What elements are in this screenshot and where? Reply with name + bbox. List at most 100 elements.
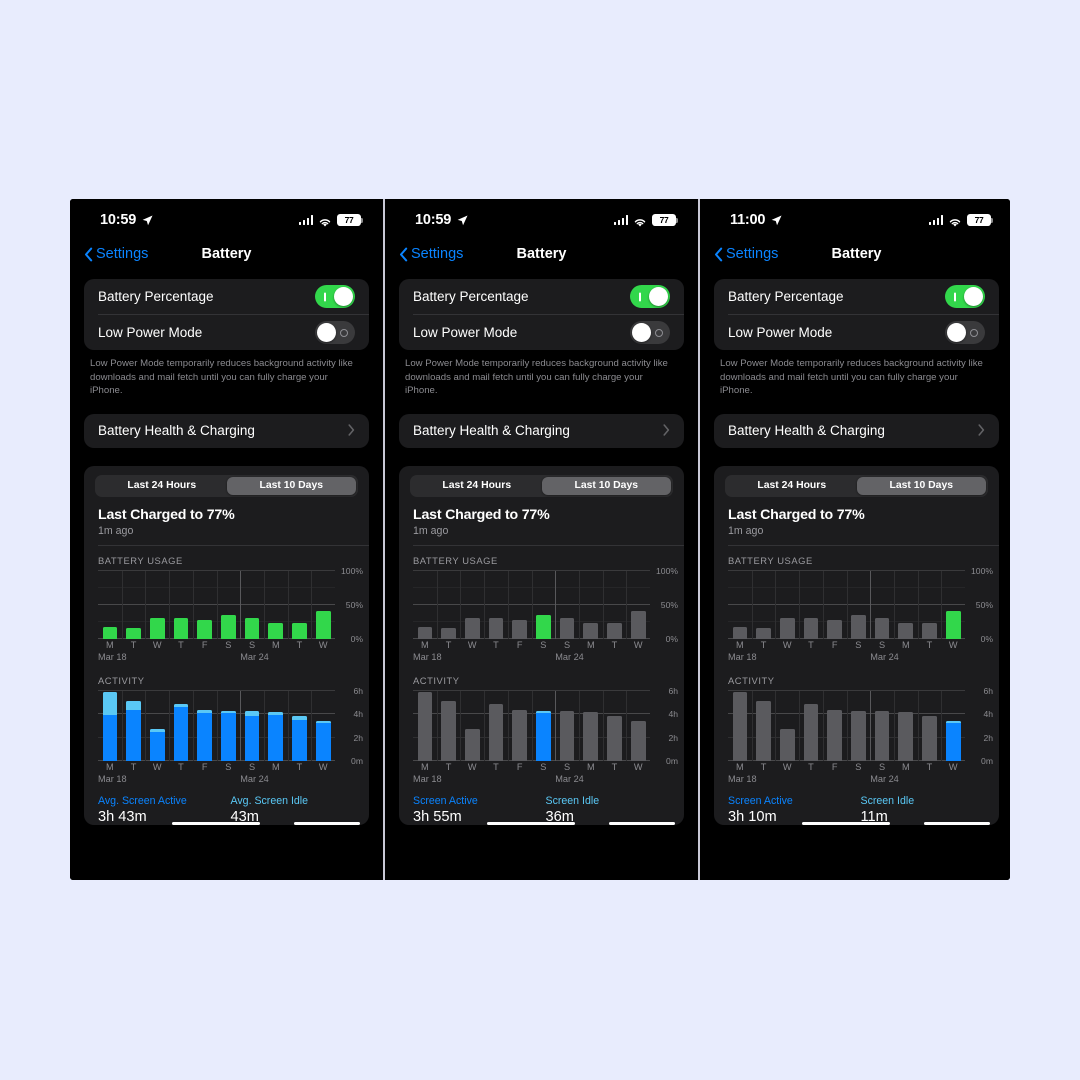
activity-idle-segment: [126, 700, 141, 710]
usage-bar[interactable]: [512, 620, 527, 639]
usage-bar[interactable]: [779, 618, 795, 639]
usage-bar[interactable]: [803, 618, 819, 639]
segment-last-10-days[interactable]: Last 10 Days: [226, 476, 356, 495]
usage-bar[interactable]: [536, 615, 551, 639]
usage-bar[interactable]: [173, 618, 189, 639]
activity-bar[interactable]: [851, 711, 866, 761]
usage-bar[interactable]: [827, 620, 842, 639]
activity-bar[interactable]: [126, 700, 141, 761]
usage-bar[interactable]: [851, 615, 866, 639]
screen-time-legend: Avg. Screen Active 3h 43m Avg. Screen Idle…: [84, 786, 369, 825]
row-battery-percentage[interactable]: Battery Percentage: [84, 279, 369, 314]
usage-bar[interactable]: [630, 610, 646, 639]
low-power-mode-toggle[interactable]: [315, 321, 355, 344]
x-tick-label: T: [808, 639, 814, 650]
bar-cell: [603, 571, 627, 639]
signal-bar: [621, 217, 624, 225]
back-button[interactable]: Settings: [714, 246, 778, 262]
activity-bar[interactable]: [898, 712, 914, 761]
activity-bar[interactable]: [945, 721, 961, 761]
low-power-mode-toggle[interactable]: [945, 321, 985, 344]
usage-bar[interactable]: [268, 623, 284, 639]
usage-bar[interactable]: [732, 627, 748, 639]
activity-bar[interactable]: [630, 721, 646, 761]
usage-bar[interactable]: [292, 622, 307, 639]
usage-bar[interactable]: [126, 627, 141, 639]
usage-bar[interactable]: [221, 615, 236, 639]
activity-bar[interactable]: [732, 692, 748, 761]
activity-bar[interactable]: [221, 711, 236, 761]
activity-bar[interactable]: [779, 728, 795, 761]
usage-bar[interactable]: [464, 618, 480, 639]
activity-bar[interactable]: [536, 711, 551, 761]
usage-bar[interactable]: [898, 623, 914, 639]
activity-idle-segment: [732, 692, 748, 716]
segment-last-24-hours[interactable]: Last 24 Hours: [97, 477, 227, 495]
activity-bar[interactable]: [874, 710, 890, 761]
usage-bar[interactable]: [607, 622, 622, 639]
battery-percentage-toggle[interactable]: [315, 285, 355, 308]
back-button[interactable]: Settings: [399, 246, 463, 262]
usage-bar[interactable]: [945, 610, 961, 639]
x-tick-label: W: [318, 761, 328, 772]
usage-bar[interactable]: [149, 618, 165, 639]
activity-bar[interactable]: [756, 700, 771, 761]
usage-bar[interactable]: [197, 620, 212, 639]
x-tick-label: M: [271, 761, 280, 772]
low-power-mode-toggle[interactable]: [630, 321, 670, 344]
segment-last-10-days[interactable]: Last 10 Days: [856, 476, 986, 495]
battery-percentage-label: Battery Percentage: [98, 289, 214, 304]
row-battery-percentage[interactable]: Battery Percentage: [399, 279, 684, 314]
row-battery-health[interactable]: Battery Health & Charging: [714, 414, 999, 448]
usage-bar[interactable]: [922, 622, 937, 639]
bar-cell: [532, 691, 556, 761]
usage-bar[interactable]: [583, 623, 599, 639]
activity-bar[interactable]: [315, 721, 331, 761]
battery-percentage-toggle[interactable]: [630, 285, 670, 308]
activity-bar[interactable]: [583, 712, 599, 761]
activity-bar[interactable]: [464, 728, 480, 761]
activity-bar[interactable]: [244, 710, 260, 761]
legend-active-label: Screen Active: [728, 794, 793, 807]
status-bar-left: 11:00: [730, 212, 782, 228]
row-low-power-mode[interactable]: Low Power Mode: [84, 315, 369, 350]
usage-bar[interactable]: [756, 627, 771, 639]
activity-bar[interactable]: [488, 704, 504, 761]
segment-last-24-hours[interactable]: Last 24 Hours: [412, 477, 542, 495]
activity-idle-segment: [441, 700, 456, 710]
activity-bar[interactable]: [292, 715, 307, 761]
row-battery-percentage[interactable]: Battery Percentage: [714, 279, 999, 314]
activity-bar[interactable]: [803, 704, 819, 761]
activity-bar[interactable]: [559, 710, 575, 761]
activity-bar[interactable]: [173, 704, 189, 761]
usage-bar[interactable]: [102, 627, 118, 639]
battery-health-label: Battery Health & Charging: [98, 423, 255, 439]
bar-cell: [847, 571, 871, 639]
activity-bar[interactable]: [922, 715, 937, 761]
battery-percentage-toggle[interactable]: [945, 285, 985, 308]
row-battery-health[interactable]: Battery Health & Charging: [84, 414, 369, 448]
segment-last-10-days[interactable]: Last 10 Days: [541, 476, 671, 495]
activity-bar[interactable]: [197, 709, 212, 761]
activity-bar[interactable]: [607, 715, 622, 761]
row-low-power-mode[interactable]: Low Power Mode: [714, 315, 999, 350]
usage-bar[interactable]: [244, 617, 260, 639]
activity-bar[interactable]: [827, 709, 842, 761]
back-button[interactable]: Settings: [84, 246, 148, 262]
activity-bar[interactable]: [512, 709, 527, 761]
usage-bar[interactable]: [417, 627, 433, 639]
usage-bar[interactable]: [315, 610, 331, 639]
activity-bar[interactable]: [102, 692, 118, 761]
row-battery-health[interactable]: Battery Health & Charging: [399, 414, 684, 448]
activity-bar[interactable]: [268, 712, 284, 761]
date-label-end: Mar 24: [555, 651, 584, 662]
activity-bar[interactable]: [149, 728, 165, 761]
activity-bar[interactable]: [441, 700, 456, 761]
row-low-power-mode[interactable]: Low Power Mode: [399, 315, 684, 350]
usage-bar[interactable]: [488, 618, 504, 639]
activity-bar[interactable]: [417, 692, 433, 761]
usage-bar[interactable]: [874, 617, 890, 639]
segment-last-24-hours[interactable]: Last 24 Hours: [727, 477, 857, 495]
usage-bar[interactable]: [441, 627, 456, 639]
usage-bar[interactable]: [559, 617, 575, 639]
